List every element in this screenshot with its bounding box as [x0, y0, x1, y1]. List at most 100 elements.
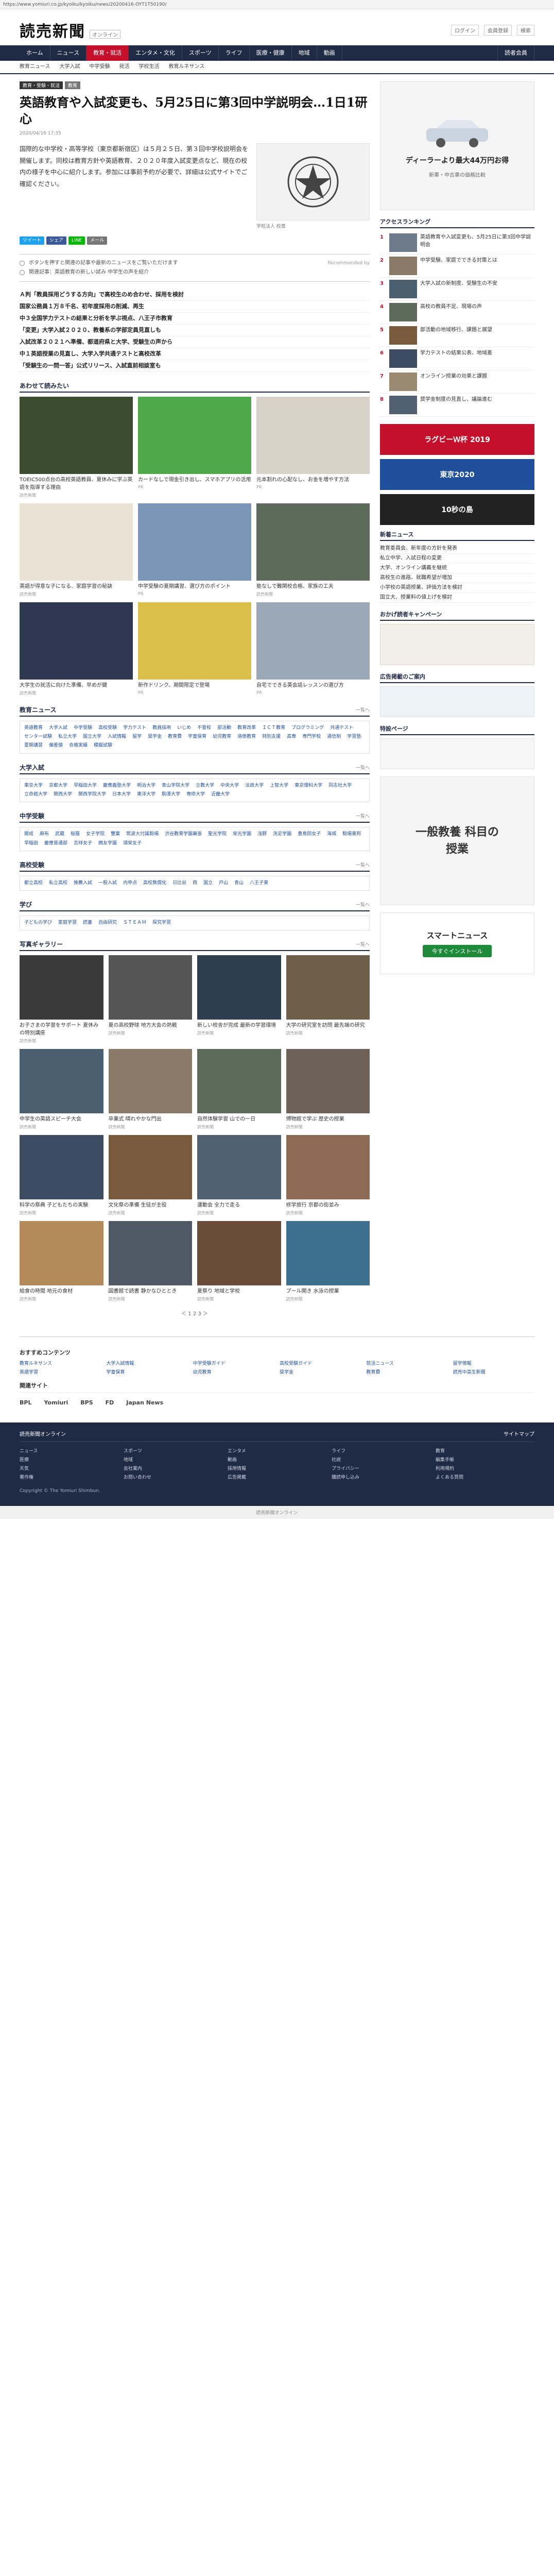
tag-link[interactable]: 学童保育 [188, 733, 206, 741]
gnav-item[interactable]: エンタメ・文化 [129, 45, 182, 61]
subnav-item[interactable]: 就活 [119, 61, 130, 73]
card[interactable]: カードなしで現金引き出し、スマホアプリの活用 PR [138, 396, 251, 498]
partner-logo[interactable]: Japan News [126, 1399, 163, 1406]
card[interactable]: プール開き 水泳の授業 読売新聞 [286, 1221, 370, 1302]
footer-link[interactable]: 奨学金 [280, 1368, 361, 1375]
tag-link[interactable]: 推薦入試 [74, 879, 92, 887]
tag-link[interactable]: 私立大学 [58, 733, 77, 741]
tag-link[interactable]: 専修大学 [186, 791, 205, 799]
tag-link[interactable]: 私立高校 [49, 879, 67, 887]
card[interactable]: 修学旅行 京都の街並み 読売新聞 [286, 1135, 370, 1216]
subnav-item[interactable]: 学校生活 [139, 61, 160, 73]
tag-link[interactable]: 教員採用 [152, 724, 171, 732]
tag-link[interactable]: 駒澤大学 [162, 791, 180, 799]
pager[interactable]: ＜ 1 2 3 ＞ [20, 1309, 370, 1317]
related-row[interactable]: ボタンを押すと関連の記事や最新のニュースをご覧いただけます Recommende… [20, 259, 370, 268]
banner-tokyo2020[interactable]: 東京2020 [380, 459, 534, 490]
tag-link[interactable]: 洗足学園 [273, 831, 291, 838]
tag-link[interactable]: 青山 [234, 879, 244, 887]
more-link[interactable]: 一覧へ [356, 706, 370, 713]
tag-link[interactable]: 海城 [327, 831, 336, 838]
tag-link[interactable]: 武蔵 [55, 831, 64, 838]
tag-link[interactable]: 内申点 [123, 879, 137, 887]
subnav-item[interactable]: 教育ルネサンス [169, 61, 205, 73]
logo[interactable]: 読売新聞 オンライン [20, 19, 120, 41]
tag-link[interactable]: 早稲田大学 [74, 782, 97, 790]
tag-link[interactable]: センター試験 [24, 733, 52, 741]
tag-link[interactable]: 雙葉 [111, 831, 120, 838]
footer-link[interactable]: 読売中高生新聞 [453, 1368, 534, 1375]
tag-link[interactable]: 高校受験 [98, 724, 117, 732]
tag-link[interactable]: 関西大学 [54, 791, 72, 799]
card[interactable]: 夏祭り 地域と学校 読売新聞 [197, 1221, 281, 1302]
tag-link[interactable]: 東洋大学 [137, 791, 155, 799]
ranking-item[interactable]: 7 オンライン授業の効果と課題 [380, 370, 534, 394]
card[interactable]: TOEIC500点台の高校英語教員、夏休みに学ぶ英語を指導する理由 読売新聞 [20, 396, 133, 498]
card[interactable]: お子さまの学習をサポート 夏休みの特別講座 読売新聞 [20, 955, 103, 1044]
partner-logo[interactable]: BPL [20, 1399, 31, 1406]
sidebar-ad[interactable]: ディーラーより最大44万円お得 新車・中古車の価格比較 [380, 81, 534, 210]
gnav-item[interactable]: 医療・健康 [250, 45, 292, 61]
ranking-item[interactable]: 6 学力テストの結果公表、地域差 [380, 347, 534, 370]
tag-link[interactable]: 部活動 [217, 724, 231, 732]
tag-link[interactable]: 日比谷 [172, 879, 186, 887]
tag-link[interactable]: 浅野 [257, 831, 267, 838]
tag-link[interactable]: 通信制 [327, 733, 341, 741]
special-image[interactable] [380, 738, 534, 769]
card[interactable]: 新しい校舎が完成 最新の学習環境 読売新聞 [197, 955, 281, 1044]
tag-link[interactable]: 頌栄女子 [123, 840, 142, 848]
share-button[interactable]: シェア [46, 236, 67, 245]
tag-link[interactable]: 合格実績 [69, 742, 88, 750]
card[interactable]: 大学生の就活に向けた準備、早めが鍵 読売新聞 [20, 602, 133, 696]
tag-link[interactable]: 慶應普通部 [44, 840, 67, 848]
news-item[interactable]: 高校生の進路、就職希望が増加 [380, 573, 534, 583]
tag-link[interactable]: 都立高校 [24, 879, 43, 887]
headline-item[interactable]: 中１英語授業の見直し、大学入学共通テストと高校改革 [20, 348, 370, 360]
tag-link[interactable]: 早稲田 [24, 840, 38, 848]
tag-link[interactable]: 桜蔭 [71, 831, 80, 838]
tag-link[interactable]: 国立大学 [83, 733, 101, 741]
campaign-image[interactable] [380, 624, 534, 665]
more-link[interactable]: 一覧へ [356, 861, 370, 868]
card[interactable]: 大学の研究室を訪問 最先端の研究 読売新聞 [286, 955, 370, 1044]
tag-link[interactable]: 学習塾 [347, 733, 361, 741]
card[interactable]: 塾なしで難関校合格、家族の工夫 読売新聞 [256, 503, 370, 597]
gnav-item[interactable]: ニュース [50, 45, 87, 61]
tag-link[interactable]: 栄光学園 [233, 831, 251, 838]
tag-link[interactable]: ＩＣＴ教育 [262, 724, 285, 732]
smart-install-button[interactable]: 今すぐインストール [422, 944, 492, 957]
tag-link[interactable]: 教育改革 [237, 724, 256, 732]
smartnews-ad[interactable]: スマートニュース 今すぐインストール [380, 912, 534, 974]
promo-image[interactable] [380, 686, 534, 717]
dark-footer-link[interactable]: ライフ [332, 1447, 430, 1454]
headline-item[interactable]: 中３全国学力テストの結果と分析を学ぶ視点、八王子市教育 [20, 313, 370, 325]
footer-link[interactable]: 留学情報 [453, 1360, 534, 1366]
category-tag[interactable]: 教育・受験・就活 [20, 81, 63, 89]
tag-link[interactable]: 子どもの学び [24, 919, 52, 927]
tag-link[interactable]: 専門学校 [302, 733, 321, 741]
tag-link[interactable]: 渋谷教育学園幕張 [165, 831, 202, 838]
tag-link[interactable]: 京都大学 [49, 782, 67, 790]
subnav-item[interactable]: 大学入試 [60, 61, 80, 73]
card[interactable]: 英語が得意な子になる、家庭学習の秘訣 読売新聞 [20, 503, 133, 597]
tag-link[interactable]: 道徳教育 [237, 733, 256, 741]
partner-logo[interactable]: BPS [80, 1399, 93, 1406]
card[interactable]: 卒業式 晴れやかな門出 読売新聞 [108, 1049, 192, 1130]
headline-item[interactable]: 「受験生の一問一答」公式リリース、入試直前相談室も [20, 360, 370, 372]
tag-link[interactable]: 教育費 [168, 733, 182, 741]
gnav-item[interactable]: 動画 [317, 45, 342, 61]
dark-footer-link[interactable]: 利用規約 [436, 1465, 534, 1471]
header-link-login[interactable]: ログイン [451, 24, 479, 36]
ranking-item[interactable]: 1 英語教育や入試変更も、5月25日に第3回中学説明会 [380, 231, 534, 255]
more-link[interactable]: 一覧へ [356, 764, 370, 771]
url-bar[interactable]: https://www.yomiuri.co.jp/kyoiku/kyoiku/… [0, 0, 554, 9]
tag-link[interactable]: いじめ [177, 724, 191, 732]
tag-link[interactable]: 不登校 [197, 724, 211, 732]
ranking-item[interactable]: 8 奨学金制度の見直し、議論進む [380, 394, 534, 417]
tag-link[interactable]: 夏期講習 [24, 742, 43, 750]
tag-link[interactable]: 高校無償化 [143, 879, 166, 887]
tag-link[interactable]: 家庭学習 [58, 919, 77, 927]
dark-footer-link[interactable]: エンタメ [228, 1447, 326, 1454]
tag-link[interactable]: 探究学習 [152, 919, 171, 927]
footer-link[interactable]: 幼児教育 [193, 1368, 274, 1375]
